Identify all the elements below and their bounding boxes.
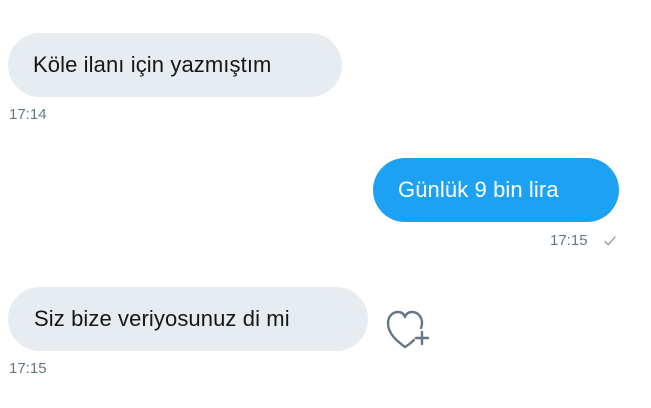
message-timestamp: 17:14 [9,106,47,123]
message-text: Köle ilanı için yazmıştım [33,52,272,77]
message-text: Günlük 9 bin lira [398,177,559,202]
message-timestamp: 17:15 [550,232,588,249]
heart-add-icon[interactable] [384,304,434,350]
message-timestamp: 17:15 [9,360,47,377]
outgoing-message-bubble[interactable]: Günlük 9 bin lira [373,158,619,222]
check-icon [604,236,616,246]
incoming-message-bubble[interactable]: Köle ilanı için yazmıştım [8,33,342,97]
incoming-message-bubble[interactable]: Siz bize veriyosunuz di mi [8,287,368,351]
message-text: Siz bize veriyosunuz di mi [34,306,290,331]
